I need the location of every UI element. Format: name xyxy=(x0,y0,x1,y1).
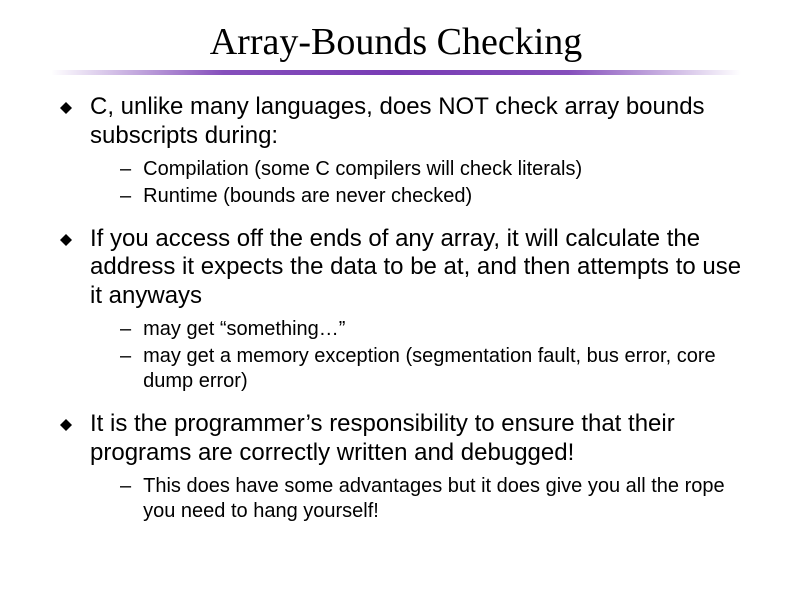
sub-bullet-item: – Compilation (some C compilers will che… xyxy=(120,157,742,182)
sub-list: – This does have some advantages but it … xyxy=(120,474,742,524)
sub-list: – may get “something…” – may get a memor… xyxy=(120,317,742,394)
slide-content: C, unlike many languages, does NOT check… xyxy=(50,93,742,524)
diamond-bullet-icon xyxy=(60,419,72,431)
dash-bullet-icon: – xyxy=(120,157,131,182)
sub-bullet-item: – Runtime (bounds are never checked) xyxy=(120,184,742,209)
dash-bullet-icon: – xyxy=(120,344,131,369)
diamond-bullet-icon xyxy=(60,102,72,114)
sub-bullet-text: may get “something…” xyxy=(143,317,345,342)
slide: Array-Bounds Checking C, unlike many lan… xyxy=(0,0,792,612)
bullet-text: It is the programmer’s responsibility to… xyxy=(90,410,742,468)
title-divider xyxy=(51,70,741,75)
bullet-item: If you access off the ends of any array,… xyxy=(60,225,742,311)
sub-bullet-item: – may get “something…” xyxy=(120,317,742,342)
diamond-bullet-icon xyxy=(60,234,72,246)
dash-bullet-icon: – xyxy=(120,317,131,342)
dash-bullet-icon: – xyxy=(120,474,131,499)
dash-bullet-icon: – xyxy=(120,184,131,209)
sub-bullet-text: This does have some advantages but it do… xyxy=(143,474,742,524)
bullet-item: It is the programmer’s responsibility to… xyxy=(60,410,742,468)
sub-bullet-text: Runtime (bounds are never checked) xyxy=(143,184,472,209)
sub-bullet-text: may get a memory exception (segmentation… xyxy=(143,344,742,394)
slide-title: Array-Bounds Checking xyxy=(50,20,742,64)
sub-bullet-item: – This does have some advantages but it … xyxy=(120,474,742,524)
bullet-text: If you access off the ends of any array,… xyxy=(90,225,742,311)
sub-bullet-item: – may get a memory exception (segmentati… xyxy=(120,344,742,394)
sub-bullet-text: Compilation (some C compilers will check… xyxy=(143,157,582,182)
bullet-text: C, unlike many languages, does NOT check… xyxy=(90,93,742,151)
sub-list: – Compilation (some C compilers will che… xyxy=(120,157,742,209)
bullet-item: C, unlike many languages, does NOT check… xyxy=(60,93,742,151)
